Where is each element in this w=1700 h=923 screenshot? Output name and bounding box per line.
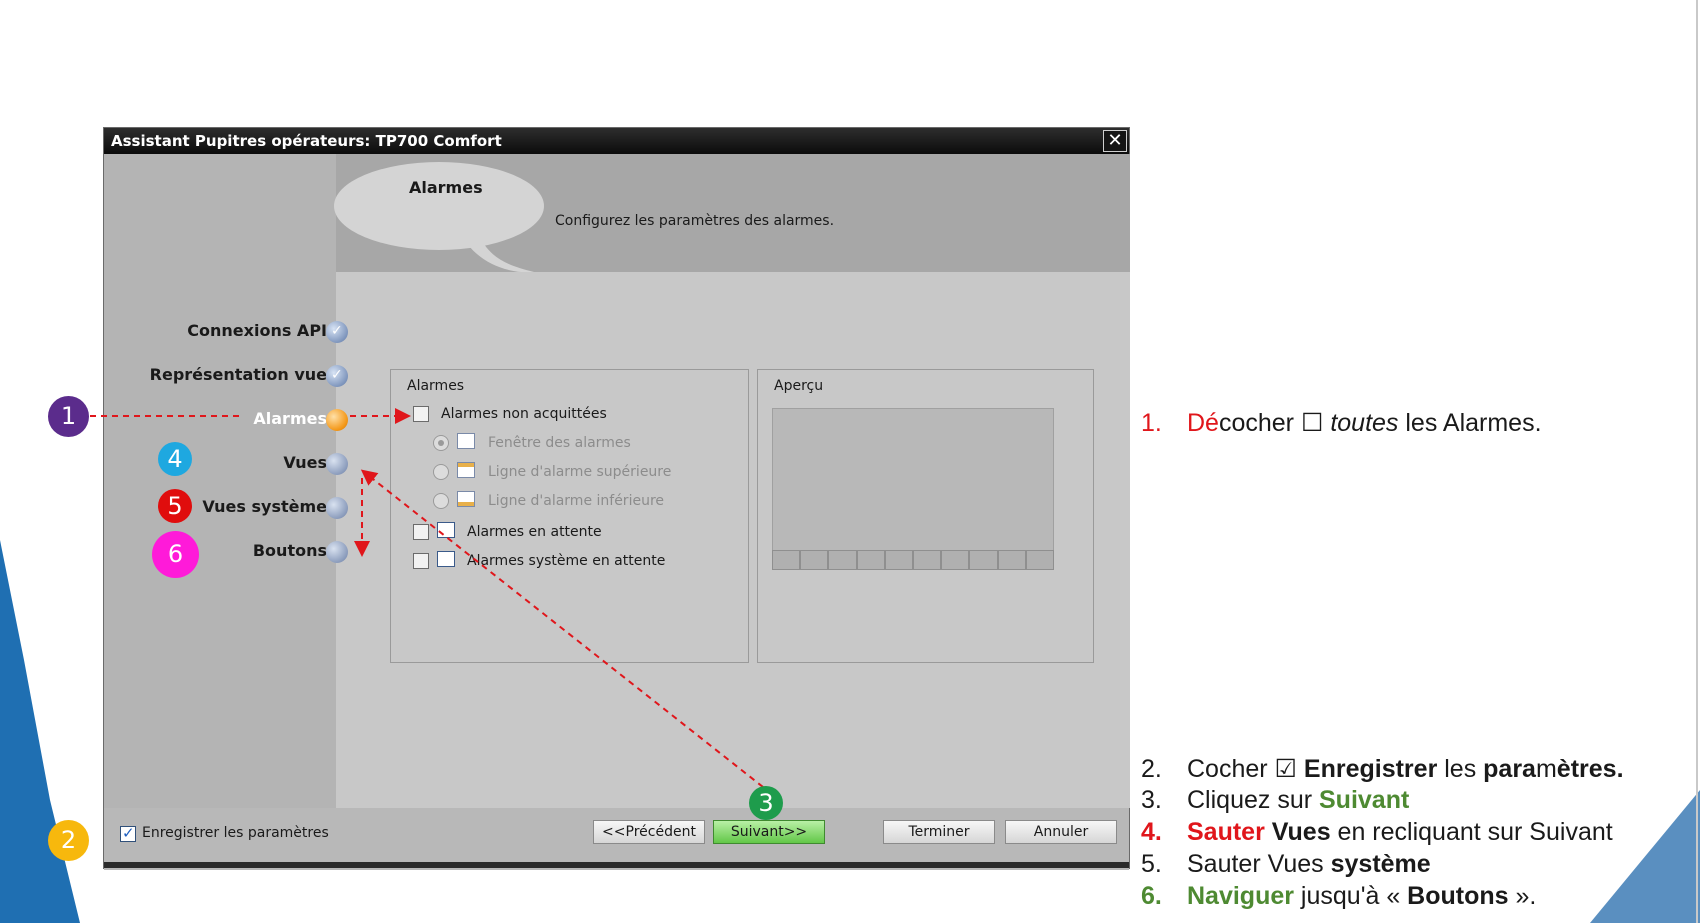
nav-item-connexions-api[interactable]: Connexions API xyxy=(187,321,327,340)
ligne-alarme-superieure-label: Ligne d'alarme supérieure xyxy=(488,464,672,480)
step-badge-2: 2 xyxy=(48,820,89,861)
alarmes-en-attente-label: Alarmes en attente xyxy=(467,524,602,540)
speech-bubble xyxy=(334,162,544,273)
alarmes-non-acquittees-label: Alarmes non acquittées xyxy=(441,406,607,422)
instruction-step-4: 4. Sauter Vues en recliquant sur Suivant xyxy=(1141,818,1613,846)
alarm-line-bottom-icon xyxy=(457,491,475,507)
alarmes-non-acquittees-checkbox[interactable] xyxy=(413,406,429,422)
instruction-step-3: 3. Cliquez sur Suivant xyxy=(1141,786,1410,814)
preview-cell xyxy=(969,550,998,570)
cancel-button[interactable]: Annuler xyxy=(1005,820,1117,844)
step-badge-4: 4 xyxy=(158,442,192,476)
alarms-group-title: Alarmes xyxy=(407,378,465,394)
instruction-step-6: 6. Naviguer jusqu'à « Boutons ». xyxy=(1141,882,1537,910)
alarm-window-icon xyxy=(437,551,455,567)
dialog-bottom-strip xyxy=(104,862,1129,868)
nav-item-alarmes[interactable]: Alarmes xyxy=(253,409,327,428)
alarm-line-top-icon xyxy=(457,462,475,478)
save-settings-checkbox[interactable]: ✓ xyxy=(120,824,136,842)
preview-cell xyxy=(772,550,801,570)
fenetre-alarmes-radio[interactable] xyxy=(433,435,449,451)
preview-cell xyxy=(800,550,829,570)
page-title: Alarmes xyxy=(409,178,483,197)
preview-cell xyxy=(913,550,942,570)
next-button[interactable]: Suivant>> xyxy=(713,820,825,844)
instruction-step-1: 1. Décocher ☐ toutes les Alarmes. xyxy=(1141,409,1542,437)
ligne-alarme-inferieure-label: Ligne d'alarme inférieure xyxy=(488,493,665,509)
ligne-alarme-superieure-radio[interactable] xyxy=(433,464,449,480)
instruction-step-2: 2. Cocher ☑ Enregistrer les paramètres. xyxy=(1141,755,1624,783)
slide-decoration-left xyxy=(0,540,80,923)
preview-cell xyxy=(884,550,914,570)
preview-cell xyxy=(1025,550,1055,570)
step-pending-icon xyxy=(326,453,348,475)
step-done-icon: ✓ xyxy=(326,321,348,343)
checkmark-icon: ✓ xyxy=(122,824,135,842)
step-badge-1: 1 xyxy=(48,396,89,437)
preview-cell xyxy=(941,550,970,570)
previous-button[interactable]: <<Précédent xyxy=(593,820,705,844)
preview-cell xyxy=(828,550,857,570)
nav-item-representation-vue[interactable]: Représentation vue xyxy=(150,365,327,384)
alarms-groupbox: Alarmes Alarmes non acquittées Fenêtre d… xyxy=(390,369,749,663)
save-settings-label: Enregistrer les paramètres xyxy=(142,825,329,841)
alarm-window-icon xyxy=(437,522,455,538)
preview-button-row xyxy=(772,550,1055,570)
fenetre-alarmes-label: Fenêtre des alarmes xyxy=(488,435,631,451)
instruction-step-5: 5. Sauter Vues système xyxy=(1141,850,1431,878)
alarm-window-icon xyxy=(457,433,475,449)
slide-right-border xyxy=(1696,0,1698,923)
wizard-dialog: Assistant Pupitres opérateurs: TP700 Com… xyxy=(103,127,1130,870)
preview-cell xyxy=(997,550,1026,570)
step-active-icon xyxy=(326,409,348,431)
ligne-alarme-inferieure-radio[interactable] xyxy=(433,493,449,509)
slide-decoration-right xyxy=(1590,790,1700,923)
dialog-titlebar: Assistant Pupitres opérateurs: TP700 Com… xyxy=(104,128,1129,154)
preview-group-title: Aperçu xyxy=(774,378,824,394)
step-badge-3: 3 xyxy=(749,786,783,820)
close-icon: ✕ xyxy=(1107,130,1123,151)
nav-item-vues[interactable]: Vues xyxy=(283,453,327,472)
preview-groupbox: Aperçu xyxy=(757,369,1094,663)
preview-screen xyxy=(772,408,1054,570)
step-done-icon: ✓ xyxy=(326,365,348,387)
finish-button[interactable]: Terminer xyxy=(883,820,995,844)
step-badge-6: 6 xyxy=(152,531,199,578)
step-badge-5: 5 xyxy=(158,489,192,523)
nav-item-boutons[interactable]: Boutons xyxy=(253,541,327,560)
close-button[interactable]: ✕ xyxy=(1103,130,1127,152)
page-description: Configurez les paramètres des alarmes. xyxy=(555,213,835,229)
dialog-title: Assistant Pupitres opérateurs: TP700 Com… xyxy=(111,132,502,150)
nav-item-vues-systeme[interactable]: Vues système xyxy=(202,497,327,516)
preview-cell xyxy=(856,550,885,570)
step-pending-icon xyxy=(326,497,348,519)
alarmes-en-attente-checkbox[interactable] xyxy=(413,524,429,540)
step-pending-icon xyxy=(326,541,348,563)
alarmes-systeme-en-attente-checkbox[interactable] xyxy=(413,553,429,569)
alarmes-systeme-en-attente-label: Alarmes système en attente xyxy=(467,553,666,569)
